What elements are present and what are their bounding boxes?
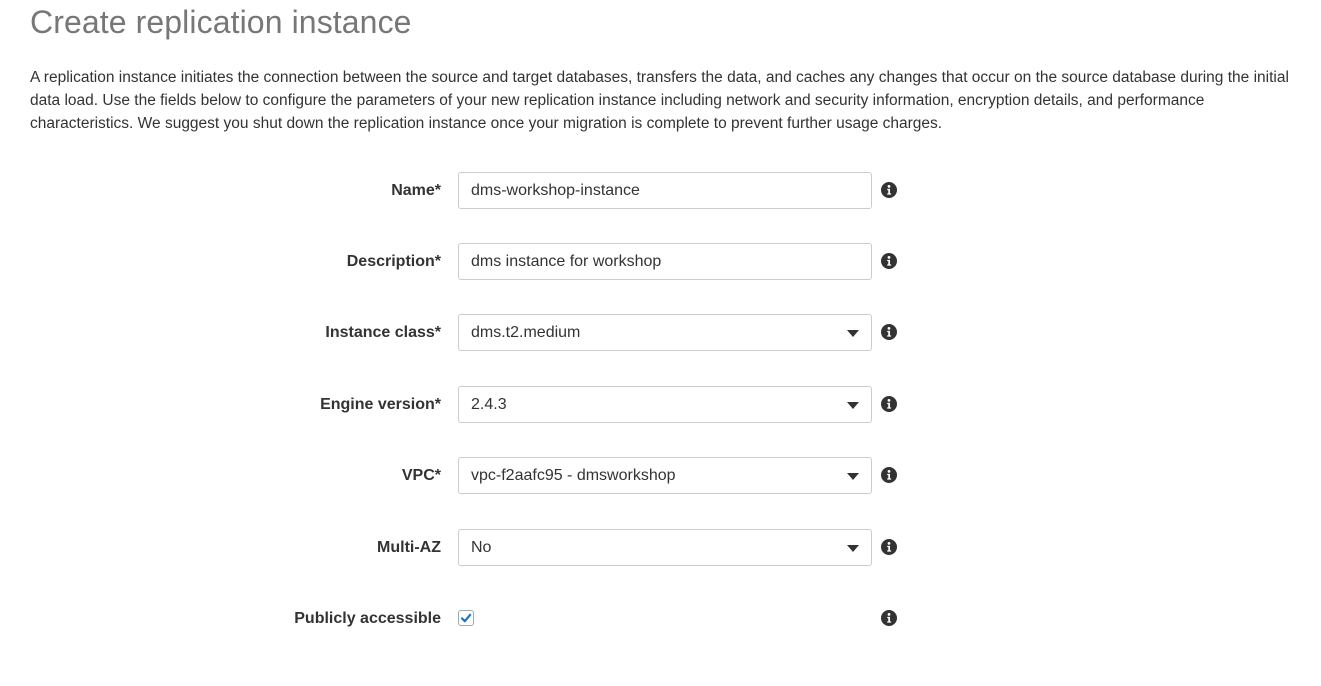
name-row: Name* dms-workshop-instance <box>0 172 1321 210</box>
checkmark-icon <box>460 613 472 623</box>
description-label: Description* <box>346 253 441 270</box>
multi-az-selected-value: No <box>471 539 492 556</box>
page-description: A replication instance initiates the con… <box>30 69 1289 132</box>
multi-az-label: Multi-AZ <box>377 539 441 556</box>
page-title: Create replication instance <box>30 4 412 40</box>
info-icon[interactable] <box>881 396 897 412</box>
info-icon[interactable] <box>881 610 897 626</box>
engine-version-select[interactable]: 2.4.3 <box>458 386 872 423</box>
caret-down-icon <box>847 402 859 409</box>
name-input[interactable]: dms-workshop-instance <box>458 172 872 209</box>
info-icon[interactable] <box>881 324 897 340</box>
multi-az-row: Multi-AZ No <box>0 529 1321 567</box>
vpc-selected-value: vpc-f2aafc95 - dmsworkshop <box>471 467 676 484</box>
publicly-accessible-row: Publicly accessible <box>0 600 1321 638</box>
info-icon[interactable] <box>881 539 897 555</box>
info-icon[interactable] <box>881 467 897 483</box>
vpc-row: VPC* vpc-f2aafc95 - dmsworkshop <box>0 457 1321 495</box>
info-icon[interactable] <box>881 182 897 198</box>
vpc-label: VPC* <box>401 467 441 484</box>
publicly-accessible-checkbox[interactable] <box>458 610 474 626</box>
multi-az-select[interactable]: No <box>458 529 872 566</box>
instance-class-label: Instance class* <box>325 324 441 341</box>
caret-down-icon <box>847 545 859 552</box>
instance-class-selected-value: dms.t2.medium <box>471 324 581 341</box>
description-row: Description* dms instance for workshop <box>0 243 1321 281</box>
create-replication-instance-page: Create replication instance A replicatio… <box>0 0 1321 686</box>
engine-version-row: Engine version* 2.4.3 <box>0 386 1321 424</box>
caret-down-icon <box>847 473 859 480</box>
instance-class-row: Instance class* dms.t2.medium <box>0 314 1321 352</box>
info-icon[interactable] <box>881 253 897 269</box>
description-input[interactable]: dms instance for workshop <box>458 243 872 280</box>
caret-down-icon <box>847 330 859 337</box>
engine-version-selected-value: 2.4.3 <box>471 396 507 413</box>
vpc-select[interactable]: vpc-f2aafc95 - dmsworkshop <box>458 457 872 494</box>
engine-version-label: Engine version* <box>320 396 441 413</box>
name-input-value: dms-workshop-instance <box>471 182 640 199</box>
description-input-value: dms instance for workshop <box>471 253 662 270</box>
name-label: Name* <box>391 182 441 199</box>
instance-class-select[interactable]: dms.t2.medium <box>458 314 872 351</box>
publicly-accessible-label: Publicly accessible <box>294 610 441 627</box>
